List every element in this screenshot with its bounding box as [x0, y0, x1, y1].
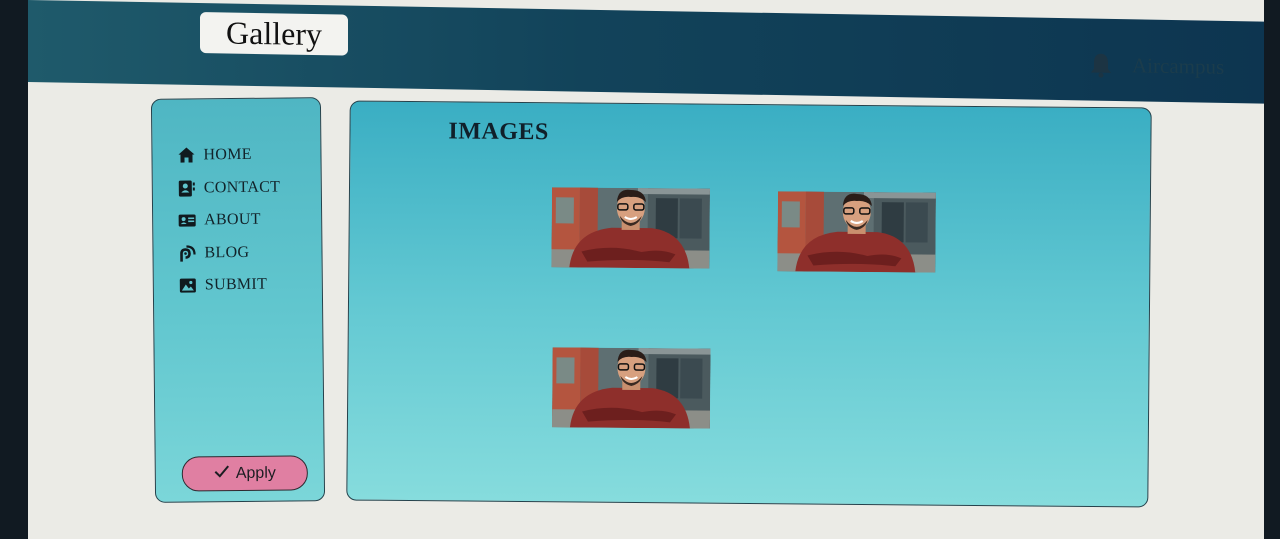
nav-item-submit[interactable]: SUBMIT — [179, 269, 282, 303]
nav-item-blog[interactable]: BLOG — [178, 236, 281, 270]
sidebar: HOME CONTACT ABOUT BLOG SUBMIT Apply — [150, 97, 326, 503]
gallery-image[interactable] — [777, 191, 936, 272]
top-bar: Gallery Aircampus — [28, 0, 1264, 104]
nav-label-submit: SUBMIT — [204, 275, 268, 294]
check-icon — [214, 464, 230, 483]
images-panel: IMAGES — [346, 100, 1152, 508]
nav-item-about[interactable]: ABOUT — [178, 204, 281, 238]
app-title-box[interactable]: Gallery — [200, 12, 348, 56]
home-icon — [177, 147, 195, 165]
image-icon — [179, 277, 197, 295]
images-heading: IMAGES — [448, 118, 549, 146]
nav-list: HOME CONTACT ABOUT BLOG SUBMIT — [177, 139, 281, 303]
bell-icon[interactable] — [1090, 52, 1112, 78]
nav-item-home[interactable]: HOME — [177, 139, 280, 173]
user-name[interactable]: Aircampus — [1132, 53, 1224, 80]
apply-button[interactable]: Apply — [181, 455, 308, 492]
id-card-icon — [178, 212, 196, 230]
app-title: Gallery — [226, 14, 322, 53]
gallery-image[interactable] — [551, 187, 710, 268]
nav-label-about: ABOUT — [204, 211, 261, 229]
contact-card-icon — [178, 179, 196, 197]
nav-label-home: HOME — [203, 146, 252, 164]
blog-feed-icon — [178, 244, 196, 262]
nav-item-contact[interactable]: CONTACT — [178, 171, 281, 205]
app-window: Gallery Aircampus HOME CONTACT ABOUT BLO… — [28, 0, 1264, 539]
gallery-image[interactable] — [552, 347, 711, 428]
nav-label-blog: BLOG — [204, 243, 250, 262]
apply-label: Apply — [235, 464, 276, 482]
nav-label-contact: CONTACT — [203, 178, 281, 197]
